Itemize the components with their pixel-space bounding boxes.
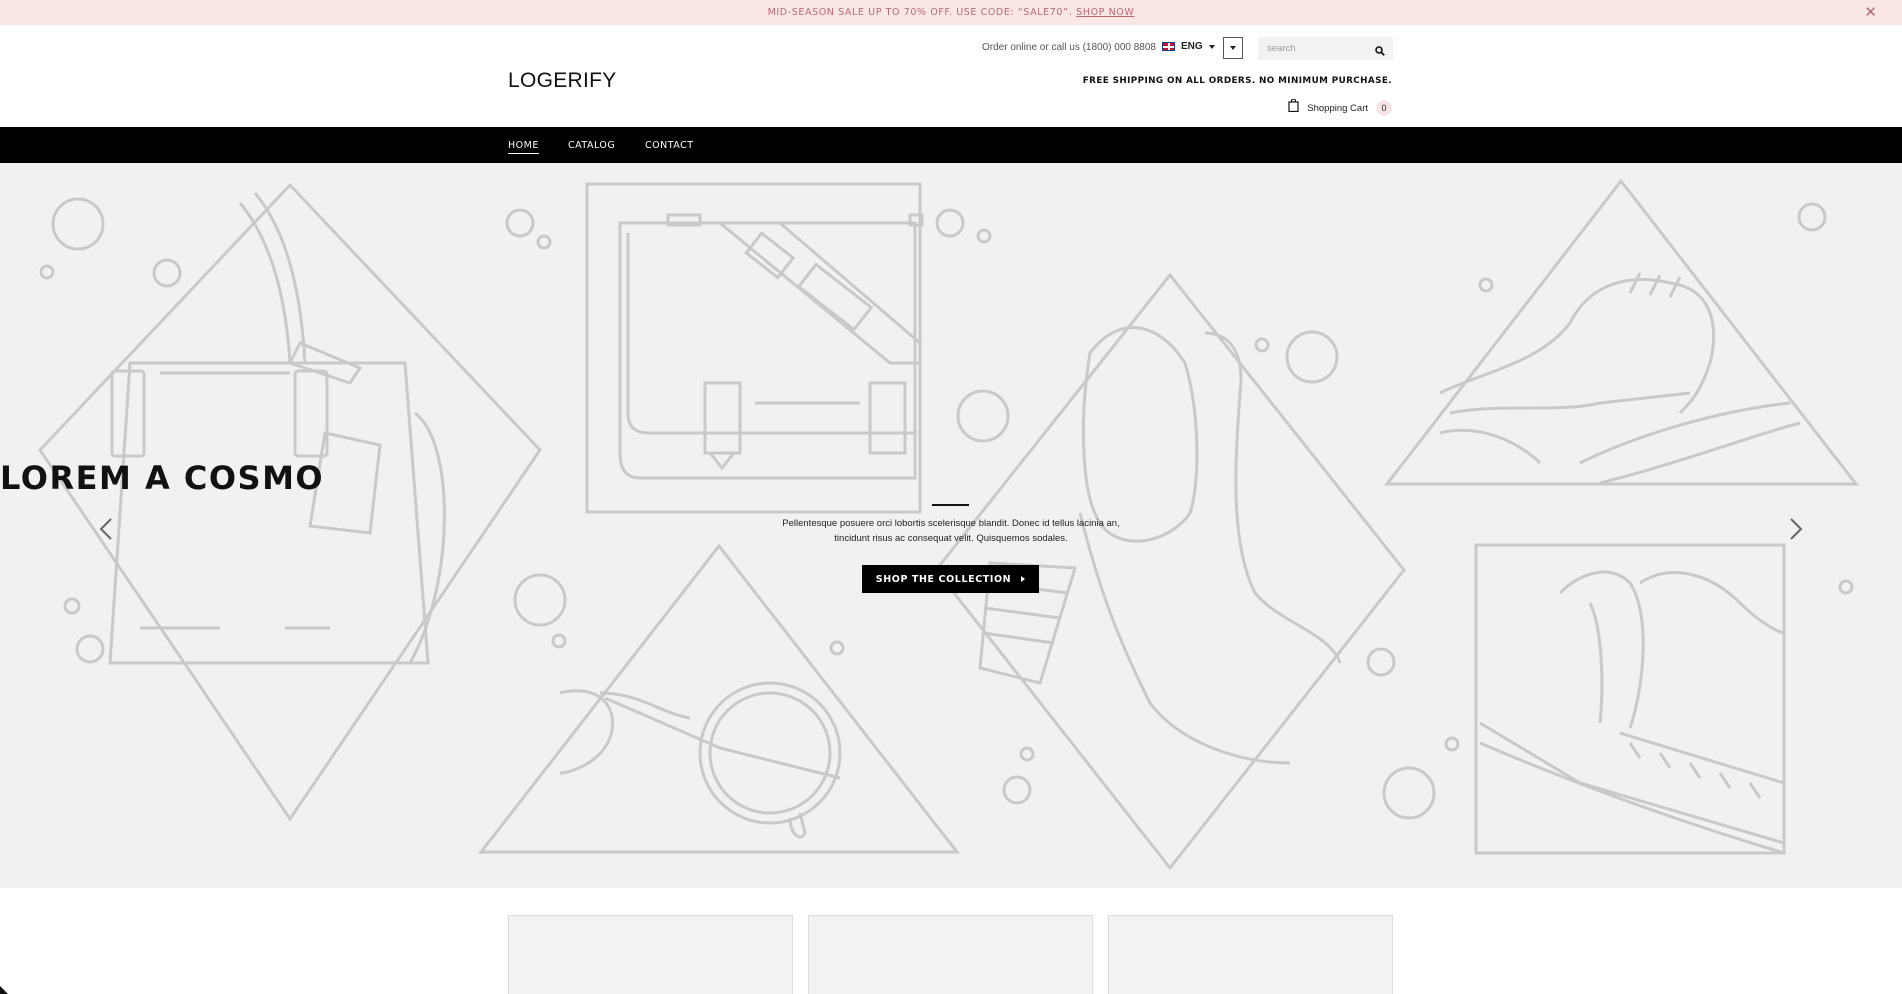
- cart-count-badge: 0: [1376, 100, 1392, 116]
- hero-divider: [932, 504, 969, 506]
- chevron-down-icon: [1208, 44, 1215, 49]
- shopping-bag-icon: [1288, 98, 1299, 117]
- arrow-right-icon: [1021, 576, 1026, 582]
- search-input[interactable]: [1258, 43, 1370, 54]
- collection-card[interactable]: [508, 915, 793, 994]
- search-icon[interactable]: [1375, 43, 1385, 61]
- collection-card[interactable]: [808, 915, 1093, 994]
- collection-card[interactable]: [1108, 915, 1393, 994]
- nav-item-catalog[interactable]: CATALOG: [568, 140, 615, 151]
- hero-slider: LOREM A COSMO Pellentesque posuere orci …: [0, 163, 1902, 888]
- nav-item-contact[interactable]: CONTACT: [645, 140, 694, 151]
- uk-flag-icon: [1162, 42, 1175, 51]
- free-shipping-text: FREE SHIPPING ON ALL ORDERS. NO MINIMUM …: [1082, 76, 1392, 86]
- nav-item-home[interactable]: HOME: [508, 140, 539, 154]
- corner-decoration: [0, 986, 8, 994]
- order-phone-text: Order online or call us (1800) 000 8808: [982, 42, 1156, 53]
- site-header: LOGERIFY Order online or call us (1800) …: [0, 25, 1902, 127]
- announcement-shop-now-link[interactable]: SHOP NOW: [1076, 7, 1134, 18]
- collection-cards: [0, 888, 1902, 994]
- chevron-left-icon[interactable]: [92, 514, 122, 544]
- site-logo[interactable]: LOGERIFY: [508, 69, 617, 93]
- shop-collection-label: SHOP THE COLLECTION: [875, 573, 1012, 585]
- search-box: [1258, 37, 1393, 60]
- announcement-bar: MID-SEASON SALE UP TO 70% OFF. USE CODE:…: [0, 0, 1902, 25]
- language-label: ENG: [1181, 41, 1203, 52]
- hero-title: LOREM A COSMO: [0, 459, 325, 497]
- hero-description: Pellentesque posuere orci lobortis scele…: [782, 518, 1120, 544]
- language-selector[interactable]: ENG: [1162, 41, 1215, 52]
- main-navigation: HOME CATALOG CONTACT: [0, 127, 1902, 163]
- currency-dropdown[interactable]: [1223, 37, 1243, 59]
- cart-label: Shopping Cart: [1307, 102, 1368, 114]
- shop-collection-button[interactable]: SHOP THE COLLECTION: [862, 565, 1039, 593]
- chevron-right-icon[interactable]: [1780, 514, 1810, 544]
- announcement-text: MID-SEASON SALE UP TO 70% OFF. USE CODE:…: [767, 7, 1073, 18]
- shopping-cart-button[interactable]: Shopping Cart 0: [1288, 98, 1392, 117]
- close-icon[interactable]: ✕: [1864, 3, 1877, 21]
- chevron-down-icon: [1230, 46, 1236, 50]
